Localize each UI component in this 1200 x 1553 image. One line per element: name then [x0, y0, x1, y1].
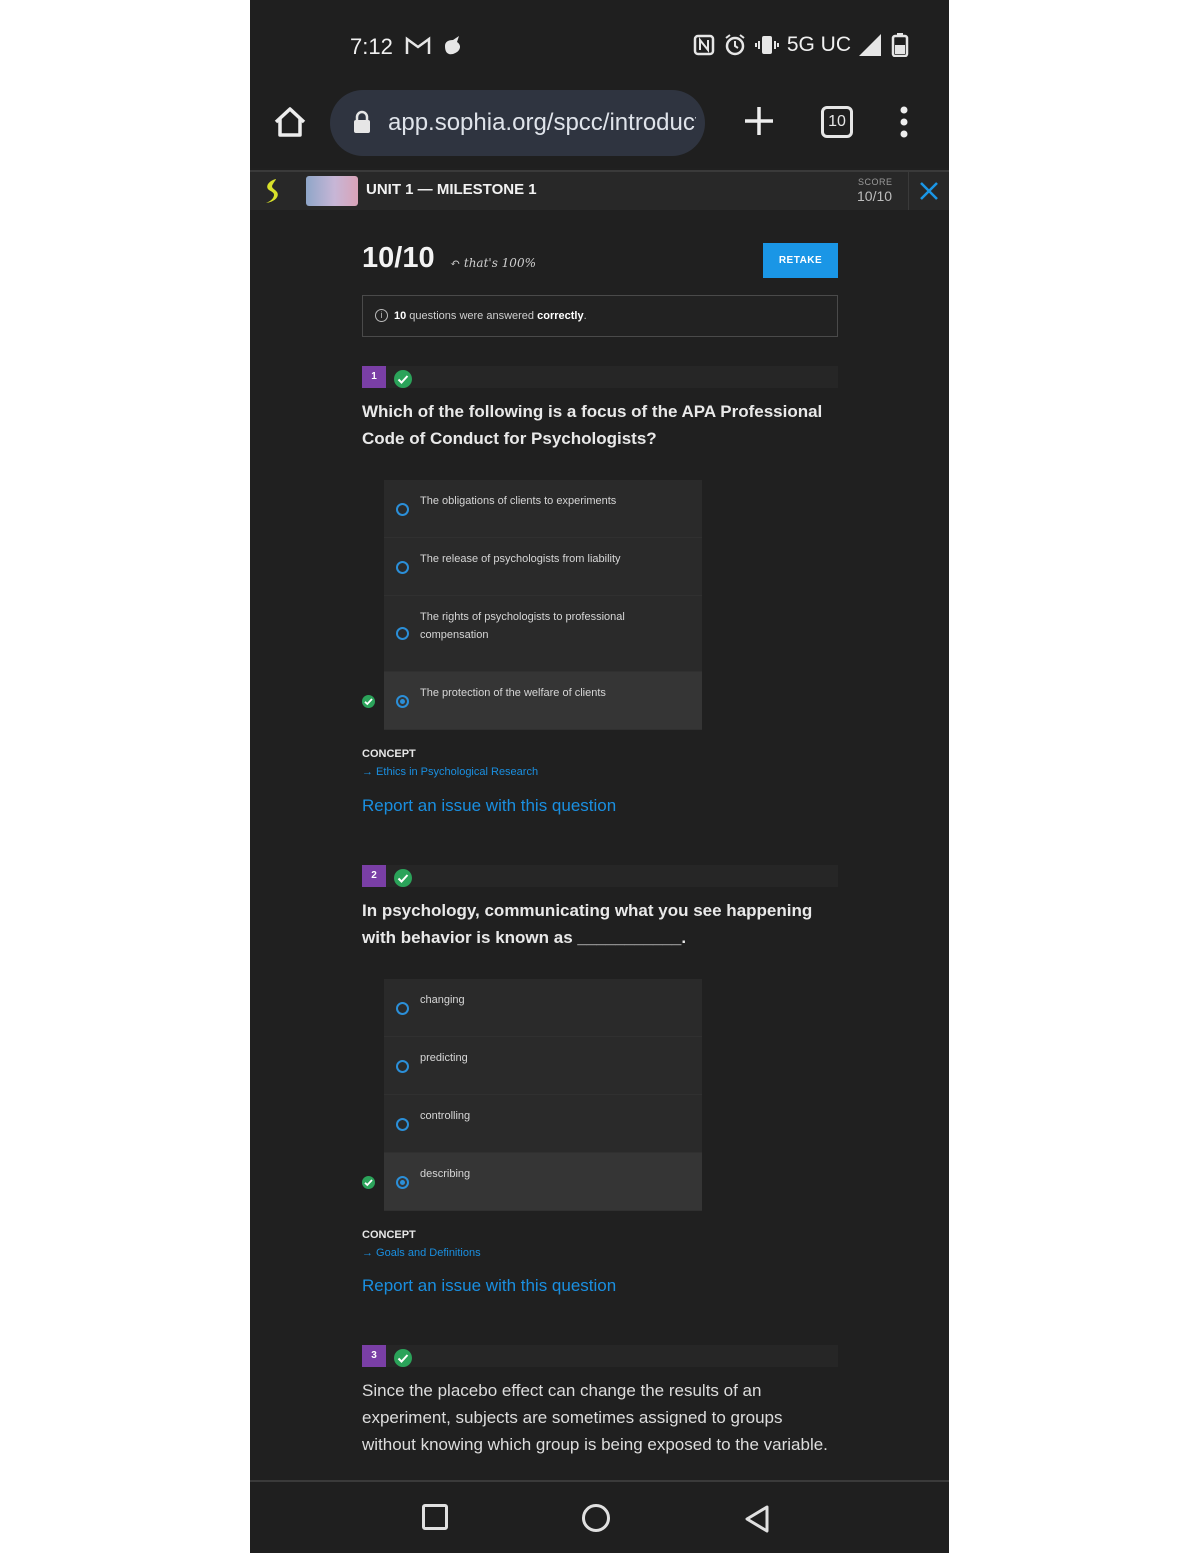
- option-label: The protection of the welfare of clients: [420, 687, 606, 699]
- report-issue-link[interactable]: Report an issue with this question: [362, 796, 616, 816]
- question-number: 3: [362, 1345, 386, 1367]
- question-text: Since the placebo effect can change the …: [362, 1381, 828, 1454]
- info-icon: i: [375, 309, 388, 322]
- question-text: Which of the following is a focus of the…: [362, 402, 823, 448]
- report-issue-link[interactable]: Report an issue with this question: [362, 1276, 616, 1296]
- answer-option-selected[interactable]: The protection of the welfare of clients: [362, 672, 702, 730]
- answer-option[interactable]: The release of psychologists from liabil…: [384, 538, 702, 596]
- address-bar[interactable]: app.sophia.org/spcc/introducti: [330, 90, 705, 156]
- vibrate-icon: [754, 36, 779, 54]
- question-text: In psychology, communicating what you se…: [362, 901, 813, 947]
- answer-options: The obligations of clients to experiment…: [362, 480, 702, 730]
- concept-link[interactable]: → Ethics in Psychological Research: [362, 766, 538, 778]
- signal-icon: [859, 34, 881, 56]
- correct-answer-icon: [362, 695, 375, 708]
- app-notification-icon: [445, 36, 461, 55]
- browser-toolbar: app.sophia.org/spcc/introducti 10: [250, 88, 949, 168]
- concept-link[interactable]: → Goals and Definitions: [362, 1247, 481, 1259]
- question-header-bar: [362, 1345, 838, 1367]
- radio-button[interactable]: [396, 1060, 409, 1073]
- network-type: 5G UC: [786, 33, 851, 56]
- unit-title: UNIT 1 — MILESTONE 1: [366, 181, 537, 198]
- correct-answer-icon: [362, 1176, 375, 1189]
- header-score: 10/10: [857, 188, 893, 204]
- summary-text: 10 questions were answered correctly.: [394, 310, 587, 322]
- score-note: ↶ that's 100%: [450, 256, 536, 270]
- system-nav-bar: [250, 1480, 949, 1553]
- notification-icons: [405, 34, 465, 58]
- concept-label: CONCEPT: [362, 748, 416, 760]
- status-bar: 7:12 5G UC: [250, 0, 949, 92]
- answer-option[interactable]: controlling: [384, 1095, 702, 1153]
- correct-check-icon: [394, 370, 412, 388]
- results-content: 10/10 ↶ that's 100% RETAKE i 10 question…: [250, 212, 949, 1480]
- score-label: SCORE: [858, 177, 893, 187]
- new-tab-icon[interactable]: [742, 104, 776, 138]
- alarm-icon: [725, 34, 745, 56]
- recents-icon[interactable]: [422, 1504, 448, 1530]
- total-score: 10/10: [362, 242, 435, 274]
- radio-button[interactable]: [396, 561, 409, 574]
- score-note-text: that's 100%: [463, 256, 536, 270]
- option-label: describing: [420, 1168, 471, 1180]
- sophia-logo-icon[interactable]: [262, 178, 284, 204]
- tab-switcher-button[interactable]: 10: [821, 106, 853, 138]
- concept-label: CONCEPT: [362, 1229, 416, 1241]
- url-text: app.sophia.org/spcc/introducti: [388, 109, 696, 136]
- answer-option[interactable]: The rights of psychologists to professio…: [384, 596, 702, 672]
- answer-options: changing predicting controlling describi…: [362, 979, 702, 1211]
- status-right-icons: 5G UC: [693, 33, 909, 57]
- correct-check-icon: [394, 869, 412, 887]
- correct-check-icon: [394, 1349, 412, 1367]
- answer-option[interactable]: changing: [384, 979, 702, 1037]
- retake-button[interactable]: RETAKE: [763, 243, 838, 278]
- option-label: The obligations of clients to experiment…: [420, 495, 617, 507]
- unit-thumbnail: [306, 176, 358, 206]
- question-number: 2: [362, 865, 386, 887]
- radio-button[interactable]: [396, 1002, 409, 1015]
- back-icon[interactable]: [743, 1504, 771, 1534]
- more-menu-icon[interactable]: [899, 106, 909, 138]
- results-summary: i 10 questions were answered correctly.: [362, 295, 838, 337]
- summary-end: .: [583, 310, 587, 322]
- radio-button[interactable]: [396, 503, 409, 516]
- answer-option[interactable]: The obligations of clients to experiment…: [384, 480, 702, 538]
- app-header: UNIT 1 — MILESTONE 1 SCORE 10/10: [250, 170, 949, 210]
- arrow-back-icon: ↶: [450, 256, 464, 270]
- option-label: changing: [420, 994, 465, 1006]
- option-label: controlling: [420, 1110, 471, 1122]
- header-divider: [908, 172, 909, 210]
- radio-button[interactable]: [396, 627, 409, 640]
- option-label: predicting: [420, 1052, 468, 1064]
- question-header-bar: [362, 865, 838, 887]
- answer-option[interactable]: predicting: [384, 1037, 702, 1095]
- close-icon[interactable]: [918, 180, 940, 202]
- home-icon[interactable]: [272, 104, 308, 140]
- question-header-bar: [362, 366, 838, 388]
- status-time: 7:12: [350, 34, 393, 59]
- answer-option-selected[interactable]: describing: [362, 1153, 702, 1211]
- battery-icon: [891, 33, 909, 57]
- lock-icon: [354, 110, 370, 133]
- summary-middle: questions were answered: [406, 310, 538, 322]
- gmail-icon: [405, 36, 431, 54]
- radio-button[interactable]: [396, 1118, 409, 1131]
- summary-count: 10: [394, 310, 407, 322]
- question-number: 1: [362, 366, 386, 388]
- option-label: The release of psychologists from liabil…: [420, 553, 621, 565]
- summary-strong: correctly: [537, 310, 584, 322]
- home-circle-icon[interactable]: [582, 1504, 610, 1532]
- radio-button-selected[interactable]: [396, 695, 409, 708]
- radio-button-selected[interactable]: [396, 1176, 409, 1189]
- nfc-icon: [693, 34, 715, 56]
- phone-screen: 7:12 5G UC app.sophia.org/spcc/introduct…: [250, 0, 949, 1553]
- option-label: The rights of psychologists to professio…: [420, 611, 625, 641]
